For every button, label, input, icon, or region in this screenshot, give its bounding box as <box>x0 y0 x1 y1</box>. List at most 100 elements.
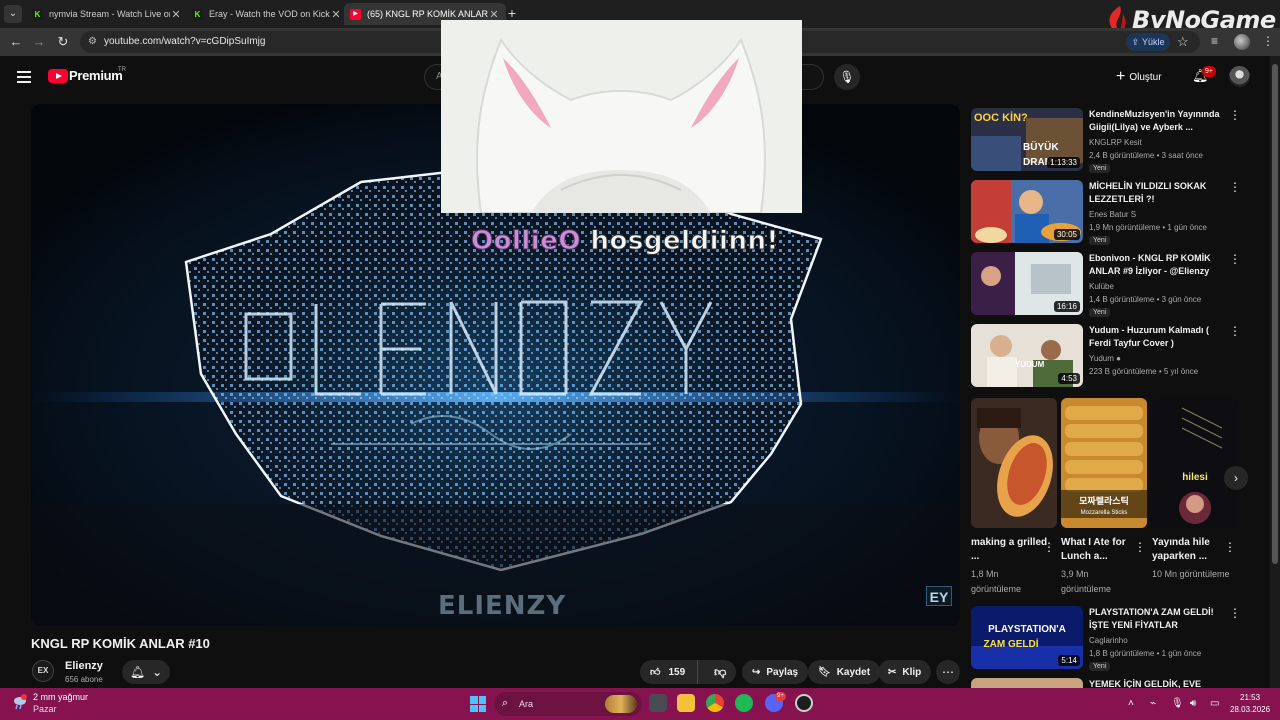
overlay-username: OollieO <box>471 226 581 257</box>
reload-icon[interactable]: ↻ <box>55 34 71 50</box>
rain-cloud-icon[interactable] <box>12 694 28 710</box>
scrollbar-thumb[interactable] <box>1272 64 1278 564</box>
browser-menu-icon[interactable]: ⋮ <box>1262 34 1274 48</box>
video-duration: 16:16 <box>1053 301 1080 312</box>
channel-name[interactable]: Enes Batur S <box>1089 210 1136 219</box>
clock-time[interactable]: 21:53 <box>1240 693 1260 702</box>
chevron-down-icon: ⌄ <box>152 665 163 679</box>
like-button[interactable]: 👍︎ 159 <box>640 660 699 684</box>
video-title[interactable]: PLAYSTATION'A ZAM GELDİ! İŞTE YENİ FİYAT… <box>1089 606 1229 632</box>
thumbnail-caption: OOC KİN? <box>974 111 1028 124</box>
volume-icon[interactable]: 🔊︎ <box>1190 698 1196 709</box>
short-thumbnail[interactable] <box>971 398 1057 528</box>
more-options-icon[interactable]: ⋮ <box>1229 180 1241 194</box>
site-info-icon[interactable]: ⚙ <box>88 36 100 48</box>
chrome-icon[interactable] <box>706 694 724 712</box>
bookmark-star-icon[interactable]: ☆ <box>1177 34 1189 50</box>
channel-name[interactable]: Kulübe <box>1089 282 1114 291</box>
channel-name[interactable]: Elienzy <box>65 660 103 672</box>
obs-icon[interactable] <box>795 694 813 712</box>
more-options-icon[interactable]: ⋮ <box>1229 252 1241 266</box>
create-button[interactable]: + Oluştur <box>1116 66 1162 88</box>
short-thumbnail[interactable]: hilesi <box>1152 398 1238 528</box>
file-explorer-icon[interactable] <box>677 694 695 712</box>
thumbs-down-icon: 👎︎ <box>714 664 727 679</box>
save-label: Kaydet <box>836 666 871 678</box>
video-title[interactable]: KendineMuzisyen'in Yayınında Giigii(Lily… <box>1089 108 1229 134</box>
short-title[interactable]: What I Ate for Lunch a... <box>1061 536 1139 564</box>
video-thumbnail[interactable]: 16:16 <box>971 252 1083 315</box>
weather-title[interactable]: 2 mm yağmur <box>33 692 88 702</box>
short-thumbnail[interactable]: 모짜렐라스틱 Mozzarella Sticks <box>1061 398 1147 528</box>
video-title[interactable]: YEMEK İÇİN GELDİK, EVE <box>1089 678 1229 688</box>
more-actions-icon[interactable]: ⋯ <box>936 660 960 684</box>
subscription-bell-button[interactable]: 🔔︎ ⌄ <box>122 660 170 684</box>
menu-hamburger-icon[interactable] <box>17 71 31 83</box>
close-icon[interactable]: ✕ <box>488 8 500 21</box>
short-title[interactable]: Yayında hile yaparken ... <box>1152 536 1230 564</box>
short-image: 모짜렐라스틱 Mozzarella Sticks <box>1061 398 1147 528</box>
channel-name[interactable]: Caglarinho <box>1089 636 1128 645</box>
video-title[interactable]: MİCHELİN YILDIZLI SOKAK LEZZETLERİ ?! <box>1089 180 1229 206</box>
network-icon[interactable]: ⌁ <box>1150 698 1156 709</box>
microphone-icon[interactable]: 🎙︎ <box>1171 698 1184 709</box>
chevron-right-icon[interactable]: › <box>1224 466 1248 490</box>
more-options-icon[interactable]: ⋮ <box>1229 108 1241 122</box>
clock-date[interactable]: 28.03.2026 <box>1230 705 1270 714</box>
video-title[interactable]: Yudum - Huzurum Kalmadı ( Ferdi Tayfur C… <box>1089 324 1229 350</box>
more-options-icon[interactable]: ⋮ <box>1043 540 1055 554</box>
recommended-video[interactable]: YEMEK İÇİN GELDİK, EVE <box>971 678 1251 688</box>
country-code: TR <box>118 67 126 73</box>
dislike-button[interactable]: 👎︎ <box>704 665 736 680</box>
youtube-logo-text[interactable]: Premium <box>69 68 123 83</box>
short-title[interactable]: making a grilled ... <box>971 536 1049 564</box>
microphone-icon[interactable]: 🎙 <box>834 64 860 90</box>
video-thumbnail[interactable]: OOC KİN? BÜYÜK DRAM 1:13:33 <box>971 108 1083 171</box>
video-thumbnail[interactable]: YUDUM 4:53 <box>971 324 1083 387</box>
channel-name[interactable]: Yudum ● <box>1089 354 1121 363</box>
more-options-icon[interactable]: ⋮ <box>1229 606 1241 620</box>
upload-button[interactable]: ⇪ Yükle <box>1126 33 1170 51</box>
windows-start-icon[interactable] <box>470 696 486 712</box>
close-icon[interactable]: ✕ <box>330 8 342 21</box>
recommended-video[interactable]: OOC KİN? BÜYÜK DRAM 1:13:33 KendineMuzis… <box>971 108 1251 173</box>
thumbnail-caption: YUDUM <box>1015 360 1045 369</box>
share-button[interactable]: ↪ Paylaş <box>742 660 809 684</box>
back-arrow-icon[interactable]: ← <box>8 34 24 50</box>
forward-arrow-icon[interactable]: → <box>31 34 47 50</box>
video-meta: 1,4 B görüntüleme • 3 gün önce <box>1089 295 1202 304</box>
youtube-logo-icon[interactable] <box>48 69 68 83</box>
clip-button[interactable]: ✂ Klip <box>878 660 932 684</box>
video-thumbnail[interactable]: 30:05 <box>971 180 1083 243</box>
save-button[interactable]: 🔖︎ Kaydet <box>808 660 881 684</box>
subscriber-count: 656 abone <box>65 675 103 684</box>
recommended-video[interactable]: YUDUM 4:53 Yudum - Huzurum Kalmadı ( Fer… <box>971 324 1251 388</box>
tab-search-button[interactable]: ⌄ <box>4 5 22 23</box>
channel-name[interactable]: KNGLRP Kesit <box>1089 138 1142 147</box>
more-options-icon[interactable]: ⋮ <box>1134 540 1146 554</box>
video-title[interactable]: Ebonivon - KNGL RP KOMİK ANLAR #9 İzliyo… <box>1089 252 1229 278</box>
url-text[interactable]: youtube.com/watch?v=cGDipSuImjg <box>104 36 265 47</box>
task-view-icon[interactable] <box>649 694 667 712</box>
more-options-icon[interactable]: ⋮ <box>1224 540 1236 554</box>
new-badge: Yeni <box>1089 662 1111 671</box>
close-icon[interactable]: ✕ <box>170 8 182 21</box>
browser-tab-1[interactable]: K nymvia Stream - Watch Live on Kick ✕ <box>26 3 188 25</box>
recommended-video[interactable]: PLAYSTATION'A ZAM GELDİ 5:14 PLAYSTATION… <box>971 606 1251 671</box>
recommended-video[interactable]: 16:16 Ebonivon - KNGL RP KOMİK ANLAR #9 … <box>971 252 1251 317</box>
spotify-icon[interactable] <box>735 694 753 712</box>
channel-watermark-badge[interactable]: EY <box>926 586 952 606</box>
more-options-icon[interactable]: ⋮ <box>1229 324 1241 338</box>
reading-list-icon[interactable]: ≡ <box>1211 34 1218 48</box>
channel-avatar[interactable]: EX <box>32 660 54 682</box>
video-thumbnail[interactable] <box>971 678 1083 688</box>
chevron-up-icon[interactable]: ˄ <box>1128 698 1134 709</box>
video-thumbnail[interactable]: PLAYSTATION'A ZAM GELDİ 5:14 <box>971 606 1083 669</box>
browser-profile-avatar[interactable] <box>1234 34 1250 50</box>
channel-name-text: Yudum <box>1089 354 1114 363</box>
user-avatar[interactable] <box>1229 66 1250 87</box>
battery-icon[interactable]: ▭ <box>1210 698 1219 709</box>
recommended-video[interactable]: 30:05 MİCHELİN YILDIZLI SOKAK LEZZETLERİ… <box>971 180 1251 245</box>
search-highlight-image[interactable] <box>605 695 637 713</box>
browser-tab-2[interactable]: K Eray - Watch the VOD on Kick ✕ <box>186 3 348 25</box>
